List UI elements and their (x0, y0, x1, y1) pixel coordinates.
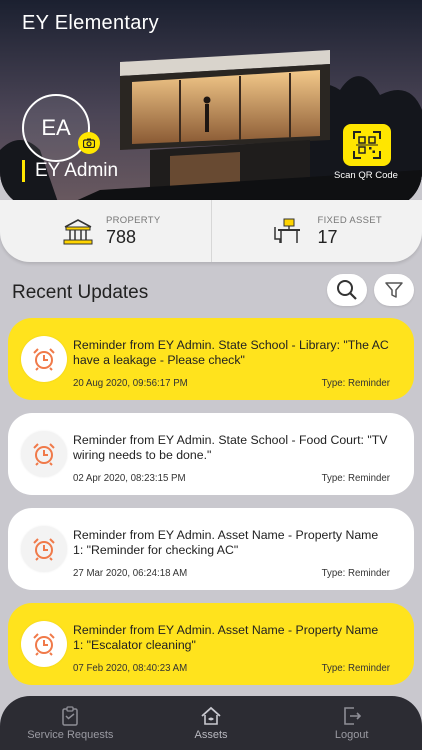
assets-home-icon (201, 706, 221, 725)
stats-bar: PROPERTY 788 FIXED ASSET 17 (0, 200, 422, 262)
updates-list: Reminder from EY Admin. State School - L… (8, 318, 414, 698)
alarm-clock-icon (21, 526, 67, 572)
clipboard-icon (62, 705, 79, 726)
avatar[interactable]: EA (22, 94, 90, 162)
update-message: Reminder from EY Admin. Asset Name - Pro… (73, 528, 379, 557)
desk-chair-icon (273, 218, 300, 243)
update-message: Reminder from EY Admin. Asset Name - Pro… (73, 623, 379, 652)
list-item[interactable]: Reminder from EY Admin. State School - L… (8, 318, 414, 400)
update-message: Reminder from EY Admin. State School - L… (73, 338, 389, 367)
bottom-nav: Service Requests Assets Logout (0, 696, 422, 750)
qr-code-icon (353, 131, 381, 159)
avatar-initials: EA (41, 115, 71, 140)
list-item[interactable]: Reminder from EY Admin. Asset Name - Pro… (8, 508, 414, 590)
filter-icon (385, 282, 403, 298)
stat-property-label: PROPERTY (106, 214, 161, 226)
user-name: EY Admin (22, 160, 118, 182)
filter-button[interactable] (374, 274, 414, 306)
stat-fixed-asset[interactable]: FIXED ASSET 17 (210, 200, 422, 262)
update-date: 07 Feb 2020, 08:40:23 AM (73, 663, 188, 674)
scan-qr-label: Scan QR Code (334, 170, 398, 181)
building-icon (63, 219, 93, 245)
update-type: Type: Reminder (321, 378, 390, 389)
alarm-clock-icon (21, 621, 67, 667)
stat-property[interactable]: PROPERTY 788 (0, 200, 211, 262)
logout-icon (343, 706, 361, 725)
camera-icon[interactable] (78, 132, 100, 154)
search-icon (337, 280, 357, 300)
search-button[interactable] (327, 274, 367, 306)
update-date: 02 Apr 2020, 08:23:15 PM (73, 473, 186, 484)
update-type: Type: Reminder (321, 473, 390, 484)
update-date: 27 Mar 2020, 06:24:18 AM (73, 568, 188, 579)
scan-qr-button[interactable] (343, 124, 391, 166)
nav-logout[interactable]: Logout (281, 696, 422, 750)
list-item[interactable]: Reminder from EY Admin. State School - F… (8, 413, 414, 495)
update-date: 20 Aug 2020, 09:56:17 PM (73, 378, 188, 389)
alarm-clock-icon (21, 431, 67, 477)
nav-logout-label: Logout (334, 728, 369, 741)
nav-service-requests[interactable]: Service Requests (0, 696, 141, 750)
nav-service-requests-label: Service Requests (27, 728, 114, 741)
header-banner: EY Elementary EA EY Admin Scan QR Code (0, 0, 422, 208)
stat-fixed-asset-value: 17 (317, 226, 338, 247)
nav-assets[interactable]: Assets (141, 696, 282, 750)
update-type: Type: Reminder (321, 568, 390, 579)
alarm-clock-icon (21, 336, 67, 382)
stat-property-value: 788 (106, 226, 137, 247)
recent-updates-title: Recent Updates (12, 282, 149, 303)
update-message: Reminder from EY Admin. State School - F… (73, 433, 388, 462)
update-type: Type: Reminder (321, 663, 390, 674)
nav-assets-label: Assets (194, 728, 228, 741)
stat-fixed-asset-label: FIXED ASSET (317, 214, 383, 226)
app-title: EY Elementary (22, 12, 159, 34)
list-item[interactable]: Reminder from EY Admin. Asset Name - Pro… (8, 603, 414, 685)
